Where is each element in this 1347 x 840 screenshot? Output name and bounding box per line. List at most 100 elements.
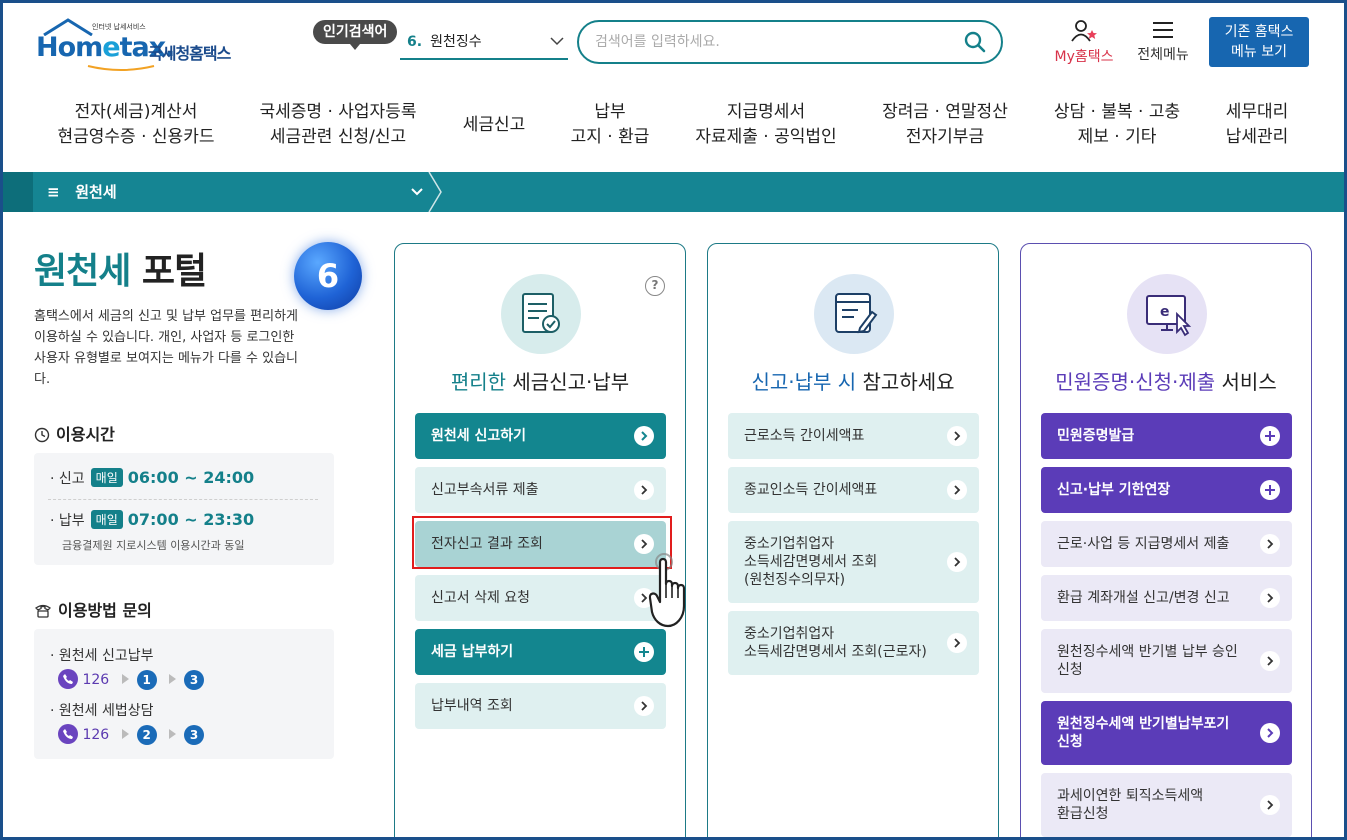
title-highlight: 원천세 <box>34 251 131 292</box>
popular-term: 원천징수 <box>430 34 482 50</box>
contact-path: 126 2 3 <box>58 724 205 745</box>
gnb-item-agent[interactable]: 세무대리 납세관리 <box>1220 100 1294 150</box>
logo-brand-part: Hom <box>36 32 103 63</box>
step-number-badge: 6 <box>294 242 362 310</box>
gnb-item-incentive[interactable]: 장려금 · 연말정산 전자기부금 <box>878 100 1012 150</box>
card-title-highlight: 신고·납부 시 <box>751 370 857 394</box>
chevron-right-icon <box>1260 588 1280 608</box>
payment-history-link[interactable]: 납부내역 조회 <box>415 683 666 729</box>
earned-income-tax-table-link[interactable]: 근로소득 간이세액표 <box>728 413 979 459</box>
computer-click-icon: e <box>1127 274 1207 354</box>
gnb-item-certificate[interactable]: 국세증명 · 사업자등록 세금관련 신청/신고 <box>256 100 420 150</box>
civil-certificate-button[interactable]: 민원증명발급 <box>1041 413 1292 459</box>
myhometax-button[interactable]: My홈택스 <box>1047 20 1121 66</box>
contact-path: 126 1 3 <box>58 669 205 690</box>
contact-name: · 원천세 세법상담 <box>50 703 154 719</box>
header: 인터넷 납세서비스 Hometax. 국세청홈택스 인기검색어 6. 원천징수 M… <box>0 0 1347 90</box>
item-label: 신고서 삭제 요청 <box>431 590 531 606</box>
contact-name: · 원천세 신고납부 <box>50 648 154 664</box>
logo-brand-e: e <box>102 32 120 63</box>
daily-badge: 매일 <box>90 468 123 487</box>
hours-box: · 신고 매일 06:00 ~ 24:00 · 납부 매일 07:00 ~ 23:30 … <box>34 453 334 565</box>
item-label: 전자신고 결과 조회 <box>431 536 543 552</box>
payment-statement-submit-link[interactable]: 근로·사업 등 지급명세서 제출 <box>1041 521 1292 567</box>
item-label: 원천세 신고하기 <box>431 428 527 444</box>
gnb-line1: 장려금 · 연말정산 <box>882 102 1008 122</box>
tax-payment-button[interactable]: 세금 납부하기 <box>415 629 666 675</box>
page-title: 원천세 포털 <box>34 242 207 294</box>
search-icon[interactable] <box>963 30 987 54</box>
gnb-line1: 국세증명 · 사업자등록 <box>259 102 417 122</box>
item-label: 종교인소득 간이세액표 <box>744 482 878 498</box>
item-label: 환급 계좌개설 신고/변경 신고 <box>1057 590 1230 606</box>
hours-name: · 신고 <box>50 471 85 487</box>
refund-account-link[interactable]: 환급 계좌개설 신고/변경 신고 <box>1041 575 1292 621</box>
phone-number: 126 <box>82 672 110 688</box>
sme-exemption-worker-link[interactable]: 중소기업취업자 소득세감면명세서 조회(근로자) <box>728 611 979 675</box>
chevron-right-icon <box>1260 723 1280 743</box>
card-title-rest: 서비스 <box>1215 370 1277 394</box>
gnb-item-tax-report[interactable]: 세금신고 <box>458 113 530 138</box>
breadcrumb-bar: ≡ 원천세 <box>3 172 1344 212</box>
semiannual-approval-link[interactable]: 원천징수세액 반기별 납부 승인 신청 <box>1041 629 1292 693</box>
card-title: 편리한 세금신고·납부 <box>395 366 685 395</box>
card-title: 신고·납부 시 참고하세요 <box>708 366 998 395</box>
gnb-line2: 현금영수증 · 신용카드 <box>57 127 215 147</box>
all-menu-button[interactable]: 전체메뉴 <box>1130 20 1196 64</box>
popular-search-label: 인기검색어 <box>313 20 398 50</box>
item-label: 과세이연한 퇴직소득세액 환급신청 <box>1057 788 1204 822</box>
hours-time: 07:00 ~ 23:30 <box>127 510 255 529</box>
phone-number: 126 <box>82 727 110 743</box>
document-check-icon <box>501 274 581 354</box>
gnb-line2: 제보 · 기타 <box>1077 127 1157 147</box>
gnb-item-einvoice[interactable]: 전자(세금)계산서 현금영수증 · 신용카드 <box>56 100 216 150</box>
gnb-item-consult[interactable]: 상담 · 불복 · 고충 제보 · 기타 <box>1050 100 1184 150</box>
contact-title: 이용방법 문의 <box>34 597 152 621</box>
item-label: 민원증명발급 <box>1057 428 1135 444</box>
sme-exemption-withholder-link[interactable]: 중소기업취업자 소득세감면명세서 조회 (원천징수의무자) <box>728 521 979 603</box>
logo-korean: 국세청홈택스 <box>148 44 231 63</box>
breadcrumb-menu[interactable]: ≡ 원천세 <box>47 172 117 212</box>
breadcrumb-label: 원천세 <box>75 183 117 201</box>
card-tax-report-pay: ? 편리한 세금신고·납부 원천세 신고하기 신고부속서류 제출 전자신고 결과… <box>394 243 686 840</box>
item-label: 근로소득 간이세액표 <box>744 428 865 444</box>
old-menu-button[interactable]: 기존 홈택스 메뉴 보기 <box>1209 17 1309 67</box>
card-title: 민원증명·신청·제출 서비스 <box>1021 366 1311 395</box>
item-label: 중소기업취업자 소득세감면명세서 조회 (원천징수의무자) <box>744 536 878 588</box>
attach-documents-link[interactable]: 신고부속서류 제출 <box>415 467 666 513</box>
help-icon[interactable]: ? <box>645 276 665 296</box>
hours-title-text: 이용시간 <box>56 425 115 444</box>
gnb-item-payment-statement[interactable]: 지급명세서 자료제출 · 공익법인 <box>692 100 840 150</box>
step-number: 2 <box>136 725 157 745</box>
deferred-retirement-refund-link[interactable]: 과세이연한 퇴직소득세액 환급신청 <box>1041 773 1292 837</box>
logo-subtitle: 인터넷 납세서비스 <box>92 23 146 31</box>
card-civil-services: e 민원증명·신청·제출 서비스 민원증명발급 신고·납부 기한연장 근로·사업… <box>1020 243 1312 840</box>
hours-name: · 납부 <box>50 513 85 529</box>
hometax-logo[interactable]: 인터넷 납세서비스 Hometax. 국세청홈택스 <box>36 16 266 71</box>
delete-report-link[interactable]: 신고서 삭제 요청 <box>415 575 666 621</box>
withholding-report-button[interactable]: 원천세 신고하기 <box>415 413 666 459</box>
popular-search-select[interactable]: 6. 원천징수 <box>400 28 568 60</box>
gnb-line2: 납세관리 <box>1225 127 1289 147</box>
svg-text:e: e <box>1160 304 1170 320</box>
chevron-right-icon <box>947 633 967 653</box>
semiannual-waiver-button[interactable]: 원천징수세액 반기별납부포기 신청 <box>1041 701 1292 765</box>
gnb-item-payment[interactable]: 납부 고지 · 환급 <box>564 100 656 150</box>
arrow-right-icon <box>169 729 177 739</box>
item-label: 세금 납부하기 <box>431 644 514 660</box>
search-input[interactable] <box>595 31 955 53</box>
old-menu-line2: 메뉴 보기 <box>1231 44 1287 60</box>
old-menu-line1: 기존 홈택스 <box>1224 24 1294 40</box>
card-title-rest: 참고하세요 <box>856 370 955 394</box>
e-filing-result-link[interactable]: 전자신고 결과 조회 <box>415 521 666 567</box>
chevron-right-icon <box>947 480 967 500</box>
deadline-extension-button[interactable]: 신고·납부 기한연장 <box>1041 467 1292 513</box>
chevron-down-icon[interactable] <box>409 184 425 200</box>
item-label: 중소기업취업자 소득세감면명세서 조회(근로자) <box>744 626 927 660</box>
phone-icon <box>58 669 78 689</box>
popular-rank: 6. <box>407 34 423 50</box>
portal-description: 홈택스에서 세금의 신고 및 납부 업무를 편리하게 이용하실 수 있습니다. … <box>34 309 298 387</box>
religious-income-tax-table-link[interactable]: 종교인소득 간이세액표 <box>728 467 979 513</box>
daily-badge: 매일 <box>90 510 123 529</box>
clock-icon <box>34 427 50 443</box>
